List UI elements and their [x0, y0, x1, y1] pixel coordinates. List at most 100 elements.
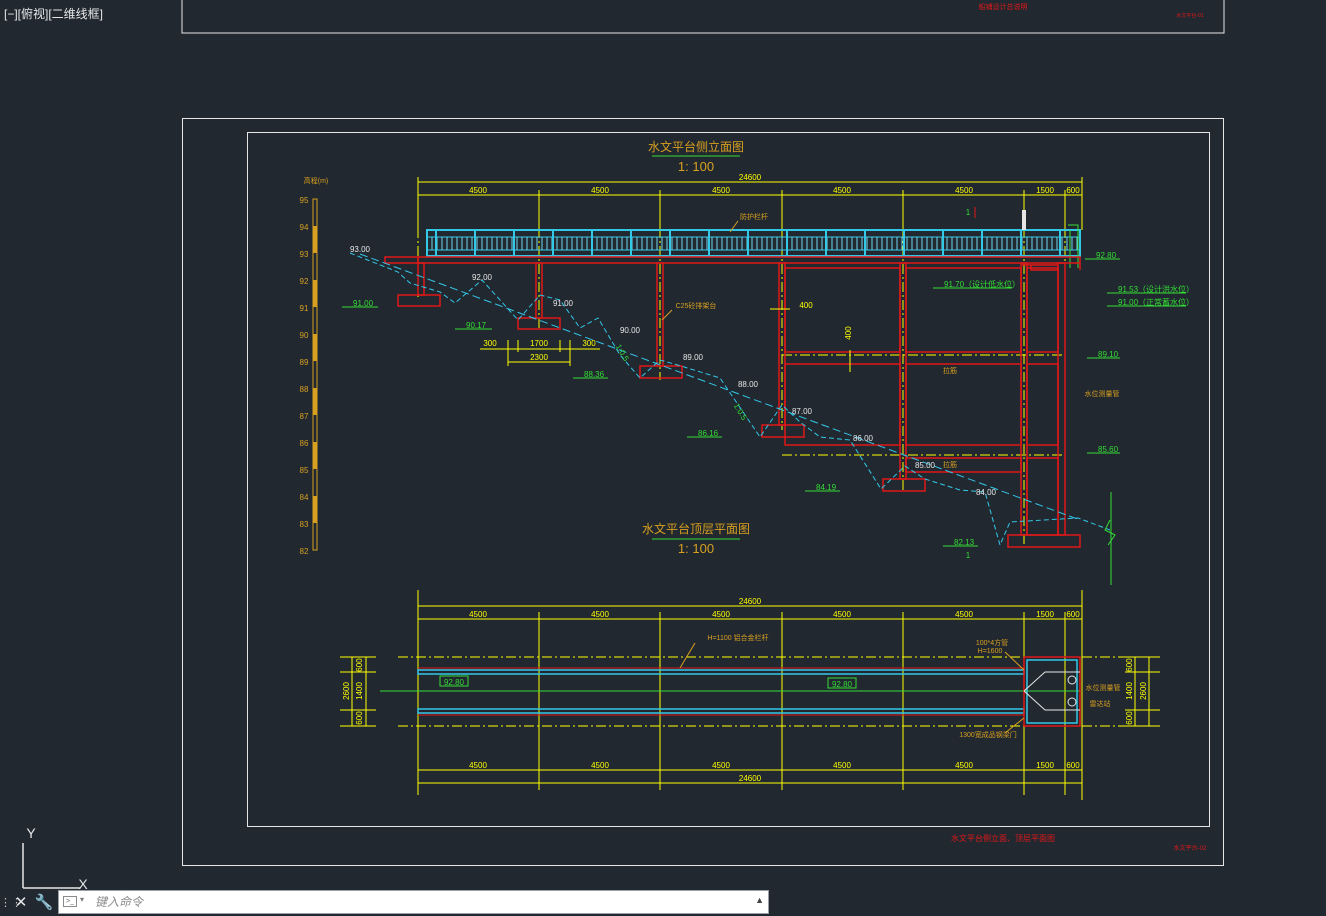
plan-elevation: 92.80 — [832, 680, 853, 689]
ground-elevation: 93.00 — [350, 245, 371, 254]
plan-dim-span: 600 — [1066, 610, 1080, 619]
plan-elevation: 92.80 — [444, 678, 465, 687]
elevation-scale: 高程(m) 95 94 93 92 91 90 89 88 87 86 85 8… — [300, 176, 329, 556]
column-dim: 400 — [799, 301, 813, 310]
plan-dim-span: 4500 — [955, 761, 973, 770]
ground-break — [1104, 519, 1116, 546]
plan-dim-span: 4500 — [712, 610, 730, 619]
prev-sheet-title: 船铺设计总说明 — [979, 2, 1028, 11]
plan-elevation-boxes — [439, 675, 857, 689]
plan-gauge-label: 水位测量管 — [1086, 683, 1121, 692]
plan-dim-span: 4500 — [955, 610, 973, 619]
plan-view: 水文平台顶层平面图 1: 100 24600 4500 4500 4500 45… — [340, 521, 1160, 800]
command-input[interactable] — [95, 892, 745, 912]
command-prompt-icon[interactable]: >_ — [63, 896, 77, 907]
elevation-tick: 91 — [300, 304, 309, 313]
plan-axis-lines — [380, 656, 1160, 727]
sheet-footer-title: 水文平台侧立面、顶层平面图 — [951, 833, 1055, 843]
plan-dim-span: 4500 — [833, 761, 851, 770]
elevation-tick: 92 — [300, 277, 309, 286]
plan-dim-span: 4500 — [833, 610, 851, 619]
elevation-tick: 88 — [300, 385, 309, 394]
ground-elevation: 84.00 — [976, 488, 997, 497]
close-icon[interactable]: ✕ — [12, 890, 30, 914]
plan-box-height: H=1600 — [978, 648, 1003, 655]
elevation-tick: 82 — [300, 547, 309, 556]
gauge-label: 水位测量管 — [1085, 389, 1120, 398]
elevation-tick: 84 — [300, 493, 309, 502]
command-line-grip-icon[interactable]: ⋮⋮ — [0, 893, 22, 913]
command-input-box[interactable]: >_ ▾ ▲ — [58, 890, 769, 914]
plan-right-dim: 1400 — [1125, 682, 1134, 700]
side-dim-total: 24600 — [739, 173, 762, 182]
previous-sheet: 船铺设计总说明 水文平台-01 — [181, 0, 1225, 34]
pier-structure — [384, 256, 1081, 548]
side-dim-span: 4500 — [833, 186, 851, 195]
customize-wrench-icon[interactable]: 🔧 — [34, 890, 54, 914]
plan-dim-span: 4500 — [591, 610, 609, 619]
drawing-canvas[interactable]: 船铺设计总说明 水文平台-01 水文平台侧立面、顶层平面图 水文平台-02 水文… — [0, 0, 1326, 916]
elevation-tick: 89 — [300, 358, 309, 367]
plan-dim-total-bottom: 24600 — [739, 774, 762, 783]
brace-label: 拉筋 — [943, 366, 957, 375]
sheet-number: 水文平台-02 — [1174, 844, 1207, 852]
side-elevation-view: 水文平台侧立面图 1: 100 高程(m) 95 94 93 92 91 90 … — [300, 139, 1194, 585]
plan-left-dim: 2600 — [342, 682, 351, 700]
ground-elevation: 85.00 — [915, 461, 936, 470]
plan-left-dim: 1400 — [355, 682, 364, 700]
prev-sheet-number: 水文平台-01 — [1176, 12, 1203, 19]
plan-dim-span: 4500 — [591, 761, 609, 770]
ground-elevation: 90.00 — [620, 326, 641, 335]
plan-dim-span: 4500 — [469, 610, 487, 619]
footing-dim: 1700 — [530, 339, 548, 348]
footing-dim: 2300 — [530, 353, 548, 362]
footing-dim: 300 — [483, 339, 497, 348]
ground-elevation: 92.00 — [472, 273, 493, 282]
ground-elevation: 89.00 — [683, 353, 704, 362]
footing-dim: 300 — [582, 339, 596, 348]
plan-right-dim: 600 — [1125, 711, 1134, 725]
elevation-tick: 90 — [300, 331, 309, 340]
plan-dim-span: 4500 — [712, 761, 730, 770]
ucs-icon: Y X — [22, 825, 88, 892]
chevron-down-icon[interactable]: ▾ — [80, 895, 84, 904]
railing-label: 防护栏杆 — [740, 212, 768, 221]
ucs-y-label: Y — [26, 825, 36, 841]
plan-box-label: 100*4方管 — [976, 638, 1008, 647]
ground-elevation: 91.00 — [553, 299, 574, 308]
side-dim-span: 600 — [1066, 186, 1080, 195]
elevation-tick: 85 — [300, 466, 309, 475]
pier-label: C25砼排架台 — [676, 301, 717, 310]
plan-right-dim: 600 — [1125, 658, 1134, 672]
plan-dim-total-top: 24600 — [739, 597, 762, 606]
side-dim-span: 1500 — [1036, 186, 1054, 195]
side-dimension-chain — [417, 177, 1083, 230]
ground-elevation: 87.00 — [792, 407, 813, 416]
plan-sensor-label: 雷达站 — [1090, 699, 1111, 708]
section-mark: 1 — [966, 208, 971, 217]
elevation-tick: 94 — [300, 223, 309, 232]
command-line: ⋮⋮ ✕ 🔧 >_ ▾ ▲ — [0, 889, 770, 916]
elevation-tick: 87 — [300, 412, 309, 421]
side-view-title: 水文平台侧立面图 — [648, 139, 744, 154]
side-dim-span: 4500 — [469, 186, 487, 195]
elevation-scale-header: 高程(m) — [304, 176, 329, 185]
side-dim-span: 4500 — [591, 186, 609, 195]
side-dim-span: 4500 — [955, 186, 973, 195]
side-dim-span: 4500 — [712, 186, 730, 195]
ground-profile — [349, 252, 1111, 547]
plan-dim-span: 1500 — [1036, 761, 1054, 770]
axis-lines — [417, 210, 1066, 545]
command-history-arrow-icon[interactable]: ▲ — [755, 895, 764, 905]
plan-door-label: 1300宽成品钢梁门 — [959, 730, 1017, 739]
slope-line — [359, 253, 1081, 521]
side-view-scale: 1: 100 — [678, 159, 714, 174]
elevation-tick: 86 — [300, 439, 309, 448]
elevation-tick: 95 — [300, 196, 309, 205]
slope-label: 1:0.5 — [614, 343, 631, 363]
plan-dim-span: 1500 — [1036, 610, 1054, 619]
brace-label: 拉筋 — [943, 460, 957, 469]
elevation-tick: 93 — [300, 250, 309, 259]
plan-top-dimensions — [417, 590, 1083, 800]
elevation-tick: 83 — [300, 520, 309, 529]
